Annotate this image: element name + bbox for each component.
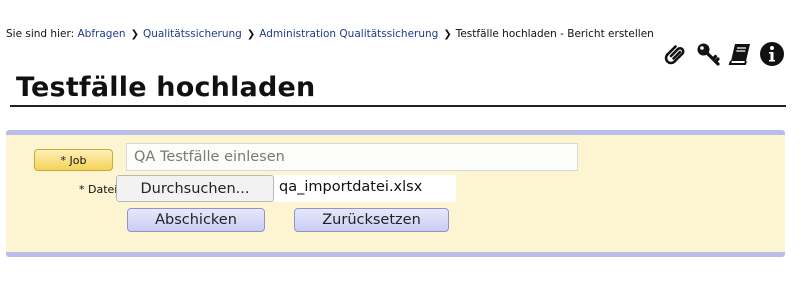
breadcrumb-current: Testfälle hochladen - Bericht erstellen [455, 28, 654, 40]
submit-button[interactable]: Abschicken [127, 208, 265, 232]
chevron-right-icon: ❯ [246, 29, 256, 40]
breadcrumb-link-abfragen[interactable]: Abfragen [77, 28, 125, 40]
upload-form-panel: * Job * Datei Durchsuchen... qa_importda… [6, 130, 785, 257]
toolbar [662, 40, 786, 68]
page-title: Testfälle hochladen [16, 72, 316, 103]
key-icon[interactable] [694, 40, 722, 68]
file-upload-field: Durchsuchen... qa_importdatei.xlsx [116, 175, 456, 202]
job-input[interactable] [126, 143, 578, 171]
book-icon[interactable] [726, 40, 754, 68]
paperclip-icon[interactable] [662, 40, 690, 68]
chevron-right-icon: ❯ [443, 29, 452, 40]
chevron-right-icon: ❯ [130, 29, 139, 40]
datei-label: * Datei [79, 183, 118, 196]
reset-button[interactable]: Zurücksetzen [294, 208, 449, 232]
breadcrumb: Sie sind hier: Abfragen ❯ Qualitätssicheru… [6, 28, 654, 40]
title-divider [10, 105, 786, 107]
breadcrumb-link-qualitaetssicherung[interactable]: Qualitätssicherung [143, 28, 242, 40]
breadcrumb-prefix: Sie sind hier: [6, 28, 75, 40]
browse-button[interactable]: Durchsuchen... [116, 175, 274, 202]
breadcrumb-link-administration[interactable]: Administration Qualitätssicherung [259, 28, 438, 40]
job-label: * Job [34, 149, 113, 171]
selected-file-name: qa_importdatei.xlsx [279, 179, 423, 195]
info-icon[interactable] [758, 40, 786, 68]
